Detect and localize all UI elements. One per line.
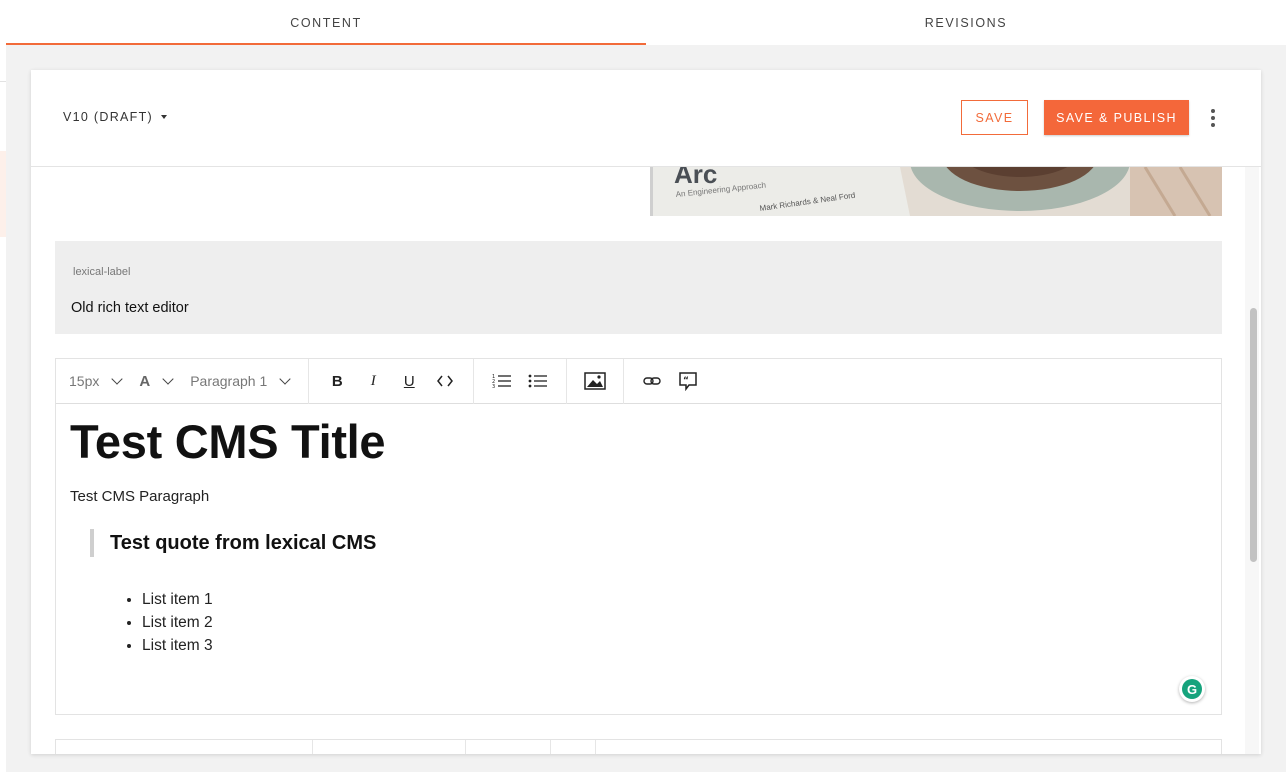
left-panel-divider — [0, 81, 6, 82]
unordered-list-icon[interactable] — [520, 366, 556, 396]
editor-bullet-list: List item 1 List item 2 List item 3 — [142, 588, 213, 657]
font-size-dropdown[interactable]: 15px — [66, 373, 130, 389]
underline-icon[interactable]: U — [391, 366, 427, 396]
image-icon[interactable] — [577, 366, 613, 396]
next-editor-toolbar — [55, 739, 1222, 754]
bold-icon[interactable]: B — [319, 366, 355, 396]
editor-paragraph: Test CMS Paragraph — [70, 488, 210, 505]
version-label: V10 (DRAFT) — [63, 110, 154, 124]
editor-heading: Test CMS Title — [70, 415, 386, 468]
image-preview: Arc An Engineering Approach Mark Richard… — [650, 167, 1222, 216]
kebab-vertical-icon[interactable] — [1203, 106, 1223, 130]
svg-text:3: 3 — [492, 384, 495, 389]
italic-icon[interactable]: I — [355, 366, 391, 396]
chevron-down-icon — [111, 373, 124, 385]
tab-content[interactable]: CONTENT — [6, 0, 646, 45]
lexical-field[interactable]: lexical-label Old rich text editor — [55, 241, 1222, 334]
toolbar-section — [466, 740, 551, 754]
font-color-dropdown[interactable]: A — [136, 373, 181, 390]
link-icon[interactable] — [634, 366, 670, 396]
font-size-value: 15px — [69, 373, 100, 389]
left-panel-edge — [0, 45, 6, 772]
rich-text-editor: 15px A Paragraph 1 B I U 1 2 3 “ Test CM… — [55, 358, 1222, 715]
tab-revisions[interactable]: REVISIONS — [646, 0, 1286, 45]
lexical-field-value: Old rich text editor — [71, 300, 189, 316]
save-and-publish-button[interactable]: SAVE & PUBLISH — [1044, 100, 1189, 135]
caret-down-icon — [161, 115, 168, 119]
code-icon[interactable] — [427, 366, 463, 396]
list-item: List item 2 — [142, 611, 213, 634]
quote-comment-icon[interactable]: “ — [670, 366, 706, 396]
ordered-list-icon[interactable]: 123 — [484, 366, 520, 396]
toolbar-section — [313, 740, 466, 754]
editor-toolbar: 15px A Paragraph 1 B I U 1 2 3 “ — [56, 358, 1221, 404]
lexical-field-label: lexical-label — [73, 266, 131, 278]
list-group: 123 — [474, 358, 568, 404]
save-button[interactable]: SAVE — [961, 100, 1028, 135]
font-size-group: 15px A Paragraph 1 — [56, 358, 310, 404]
left-panel-highlight — [0, 151, 6, 237]
scrollbar-thumb[interactable] — [1250, 308, 1257, 562]
media-group — [567, 358, 625, 404]
editor-card: V10 (DRAFT) SAVE SAVE & PUBLISH Arc An E… — [31, 70, 1261, 754]
format-group: B I U — [309, 358, 475, 404]
grammarly-icon[interactable]: G — [1179, 676, 1205, 702]
list-item: List item 3 — [142, 634, 213, 657]
chevron-down-icon — [279, 373, 291, 385]
chevron-down-icon — [162, 373, 174, 385]
block-type-value: Paragraph 1 — [190, 373, 268, 389]
toolbar-section — [56, 740, 313, 754]
editor-quote: Test quote from lexical CMS — [90, 529, 376, 557]
block-type-dropdown[interactable]: Paragraph 1 — [187, 373, 298, 389]
link-group: “ — [624, 359, 716, 404]
tab-bar: CONTENT REVISIONS — [0, 0, 1286, 45]
svg-text:“: “ — [683, 376, 689, 386]
list-item: List item 1 — [142, 588, 213, 611]
version-dropdown[interactable]: V10 (DRAFT) — [63, 110, 168, 124]
editor-content[interactable]: Test CMS Title Test CMS Paragraph Test q… — [56, 404, 1221, 714]
toolbar-section — [551, 740, 596, 754]
card-header: V10 (DRAFT) SAVE SAVE & PUBLISH — [31, 70, 1261, 167]
font-color-icon: A — [139, 372, 151, 390]
